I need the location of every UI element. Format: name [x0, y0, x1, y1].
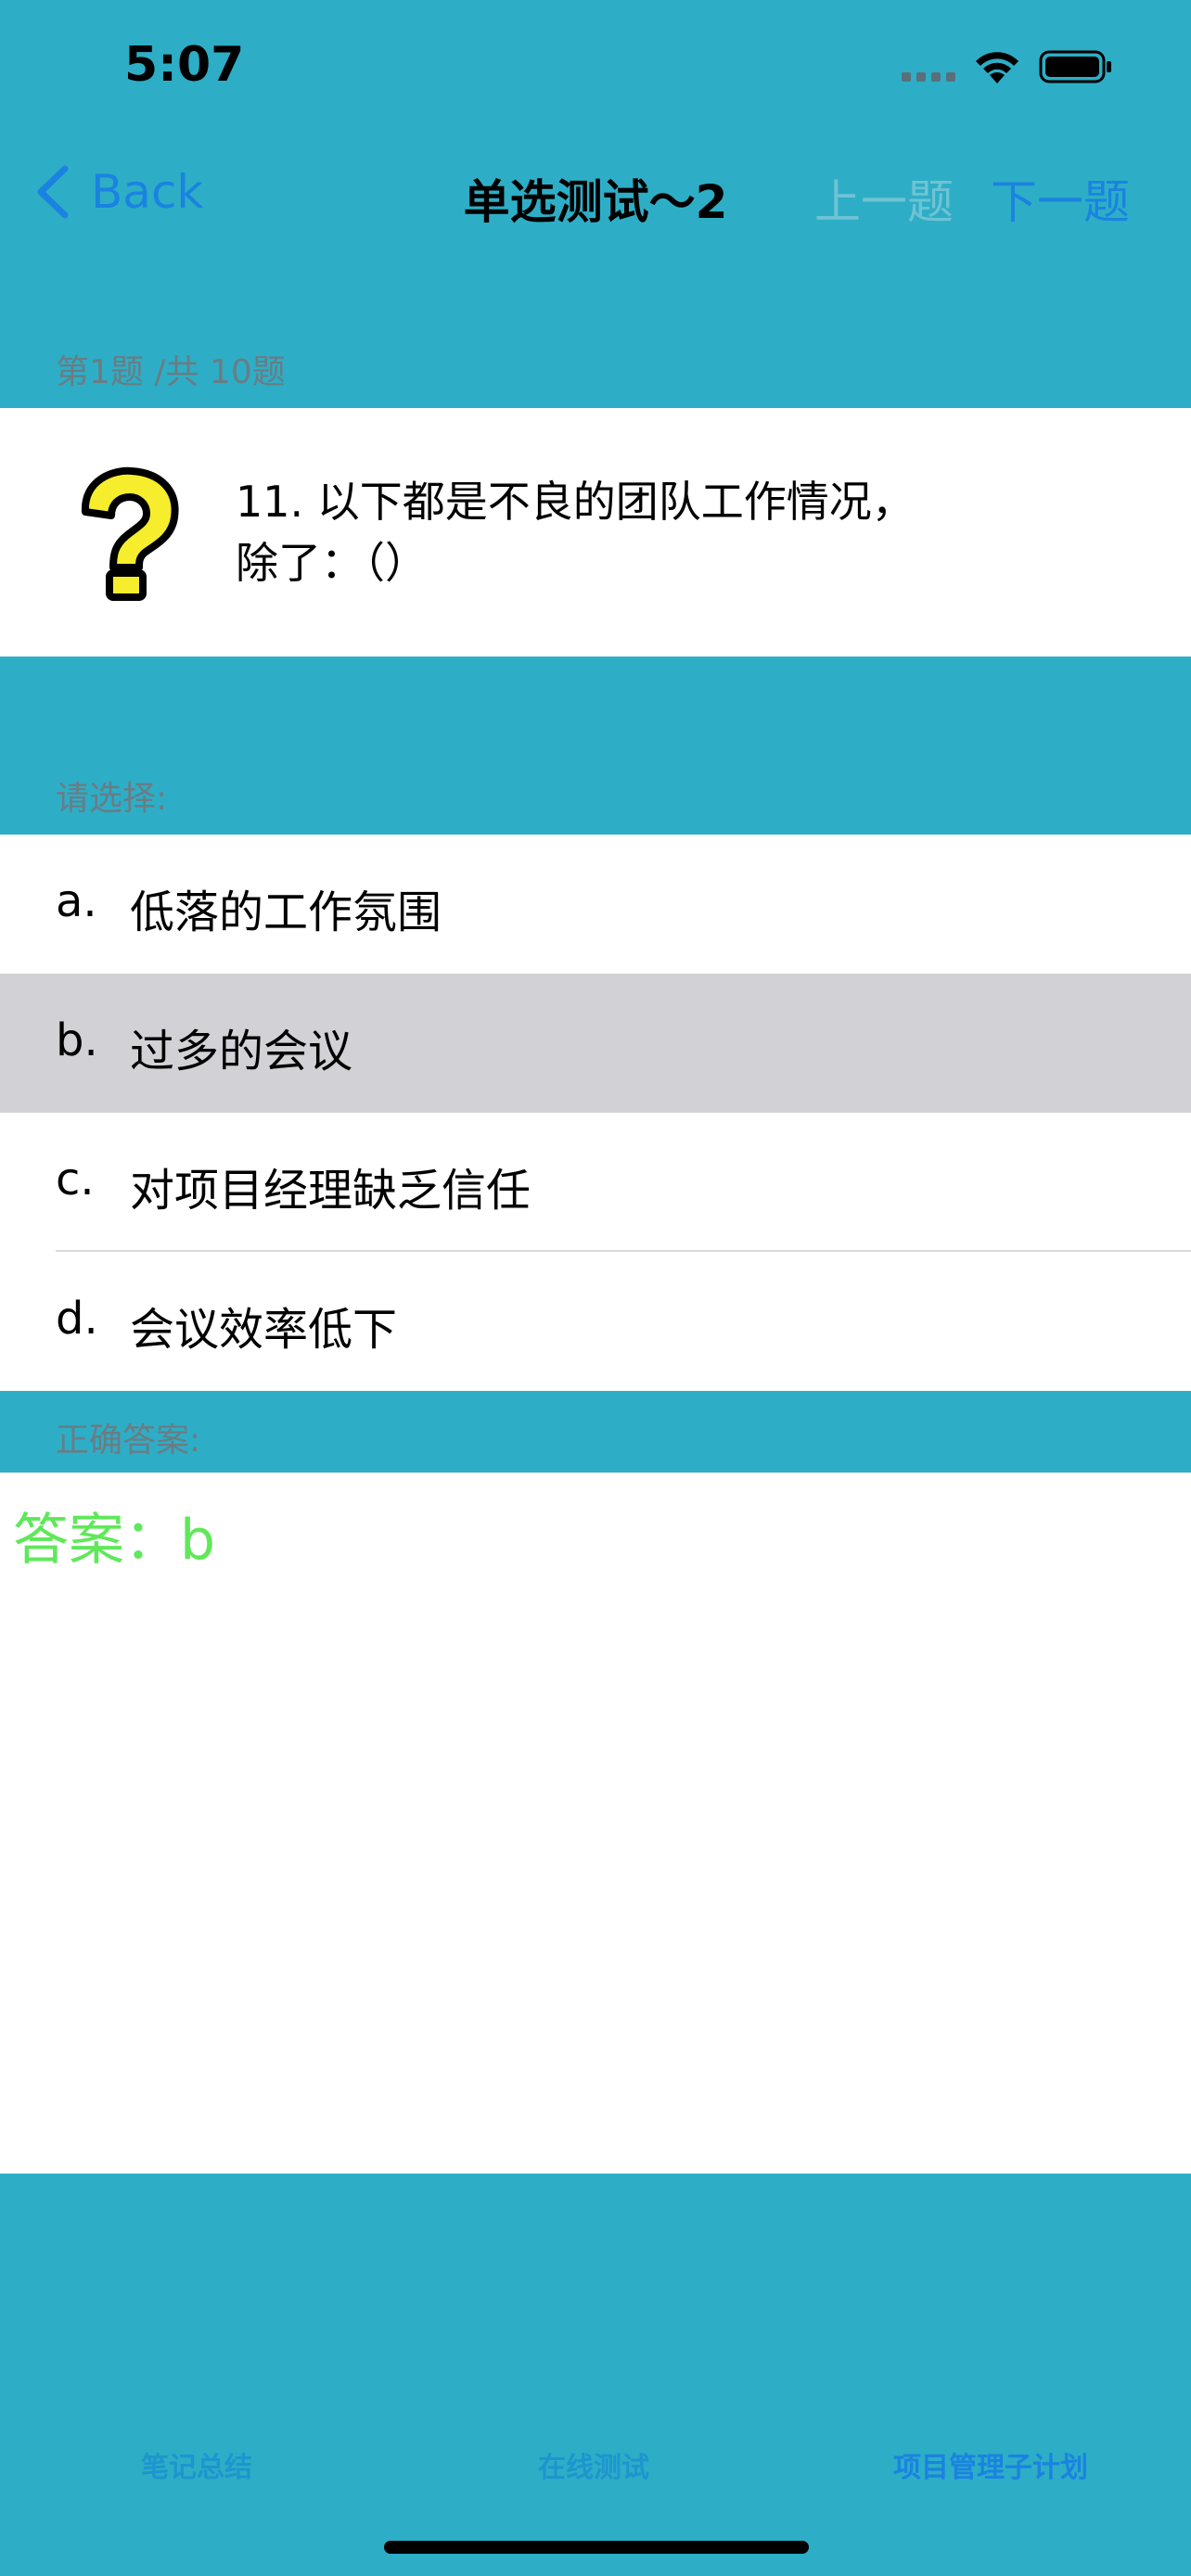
- option-text: 会议效率低下: [130, 1304, 398, 1356]
- question-text: 11. 以下都是不良的团队工作情况， 除了：（）: [236, 471, 1033, 593]
- question-mark-icon: [81, 466, 179, 601]
- tab-online-test[interactable]: 在线测试: [473, 2444, 714, 2485]
- wifi-icon: [976, 52, 1018, 83]
- question-text-line-2: 除了：（）: [236, 538, 428, 588]
- option-c[interactable]: c. 对项目经理缺乏信任: [0, 1113, 1191, 1252]
- correct-answer-header: 正确答案:: [56, 1422, 201, 1460]
- answer-text: 答案：b: [13, 1508, 216, 1573]
- battery-icon: [1039, 50, 1111, 83]
- option-letter: c.: [56, 1154, 95, 1205]
- option-d[interactable]: d. 会议效率低下: [0, 1252, 1191, 1391]
- next-question-button[interactable]: 下一题: [991, 165, 1130, 232]
- cellular-signal-icon: [902, 72, 957, 83]
- home-indicator[interactable]: [384, 2541, 809, 2554]
- option-text: 过多的会议: [130, 1026, 353, 1078]
- tab-notes-summary[interactable]: 笔记总结: [76, 2444, 317, 2485]
- choose-label: 请选择:: [56, 780, 168, 818]
- option-letter: a.: [56, 875, 97, 927]
- previous-question-button[interactable]: 上一题: [814, 165, 954, 232]
- option-text: 低落的工作氛围: [130, 886, 442, 938]
- option-a[interactable]: a. 低落的工作氛围: [0, 835, 1191, 974]
- question-progress: 第1题 /共 10题: [56, 353, 286, 391]
- option-letter: b.: [56, 1014, 98, 1066]
- option-letter: d.: [56, 1293, 98, 1345]
- answer-area: [0, 1473, 1191, 2174]
- status-time: 5:07: [124, 37, 245, 93]
- question-text-line-1: 11. 以下都是不良的团队工作情况，: [236, 477, 915, 527]
- tab-project-subplans[interactable]: 项目管理子计划: [861, 2444, 1121, 2485]
- option-text: 对项目经理缺乏信任: [130, 1165, 531, 1217]
- option-b[interactable]: b. 过多的会议: [0, 974, 1191, 1113]
